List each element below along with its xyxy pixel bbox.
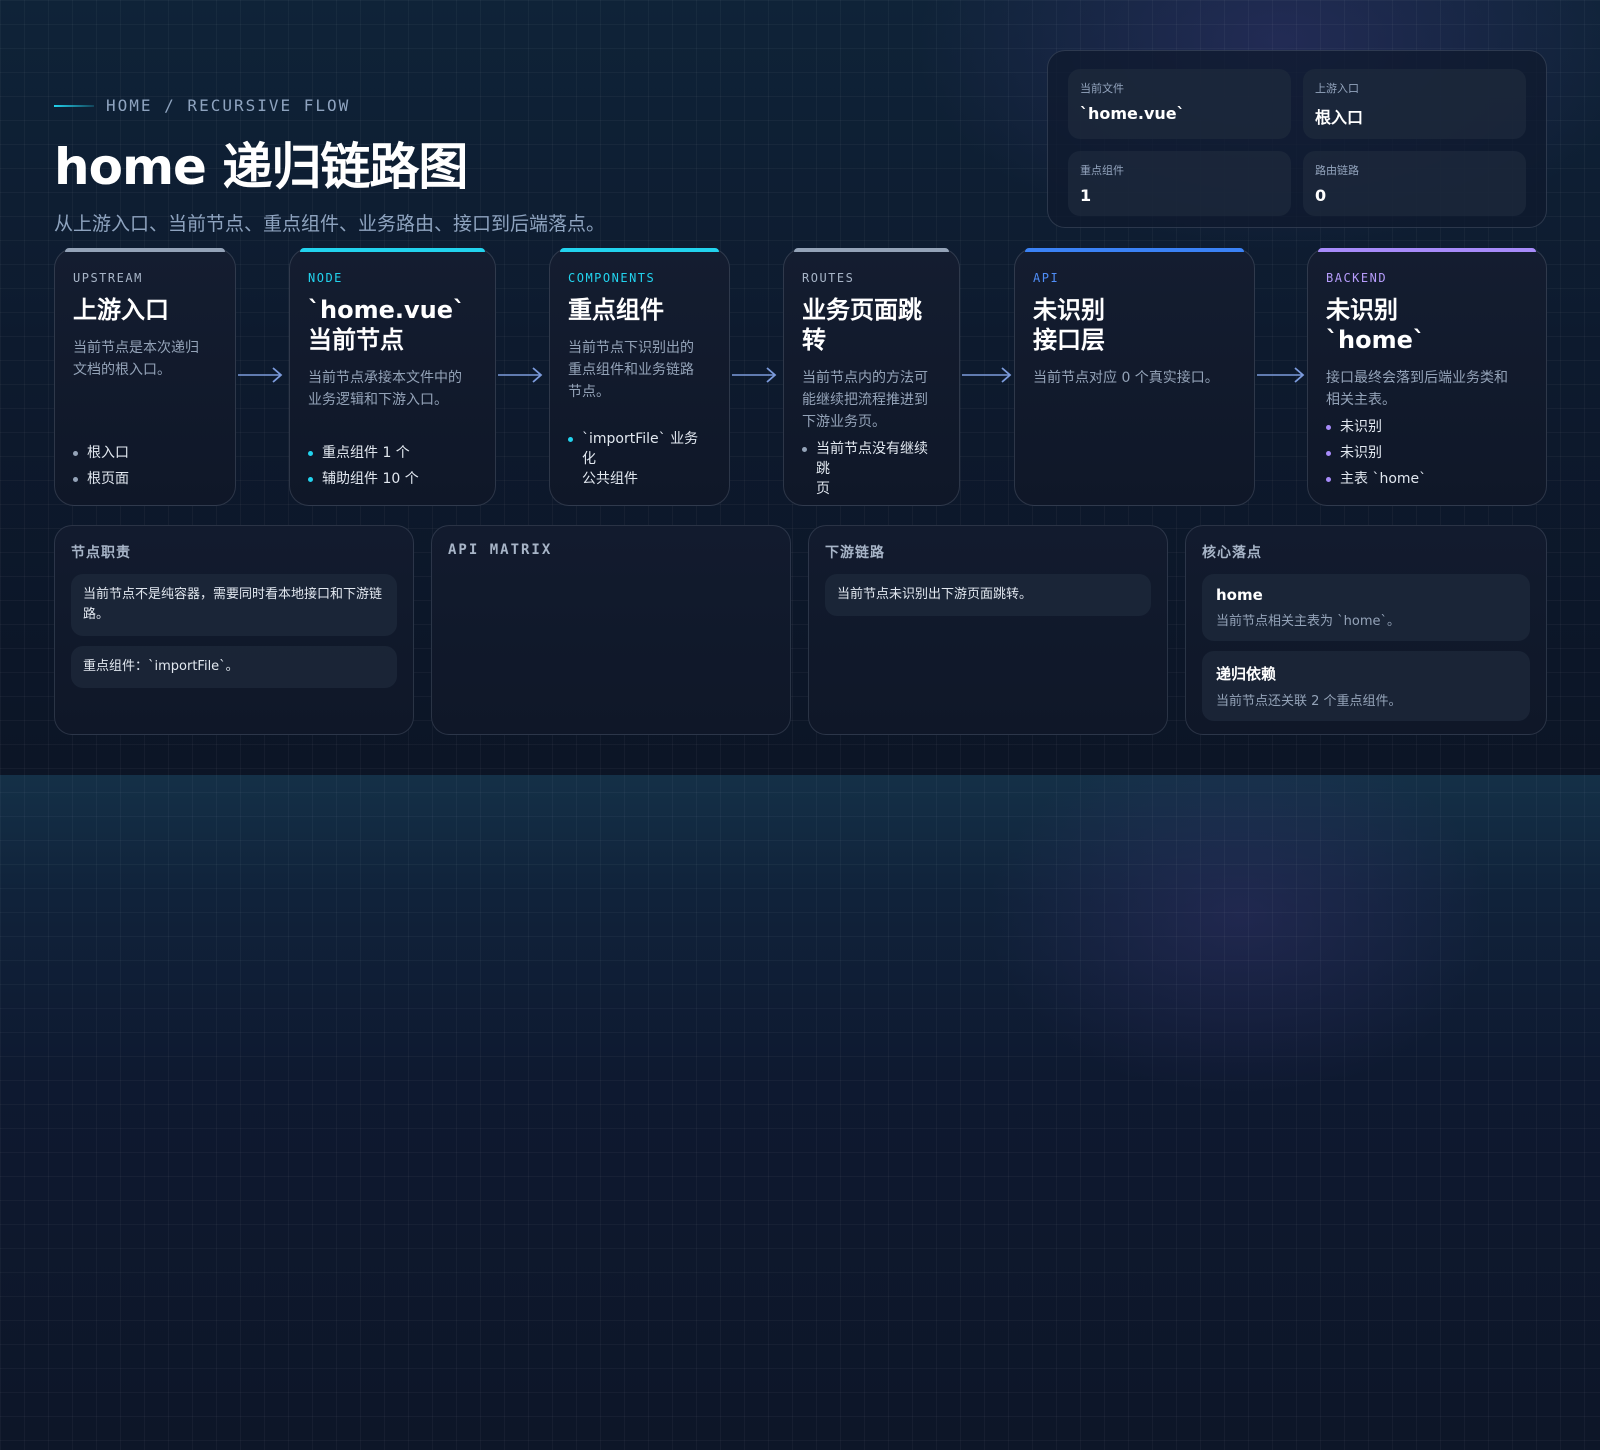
flow-card-backend: BACKEND 未识别 `home` 接口最终会落到后端业务类和 相关主表。 未… xyxy=(1307,248,1547,506)
card-tag: UPSTREAM xyxy=(73,271,143,285)
bullet-item: 未识别 xyxy=(1326,417,1528,437)
panel-api-matrix: API MATRIX xyxy=(431,525,791,735)
card-title: 重点组件 xyxy=(568,296,664,324)
page-title: home 递归链路图 xyxy=(54,138,468,196)
stat-current-file: 当前文件 `home.vue` xyxy=(1068,69,1291,139)
flow-arrow-icon xyxy=(498,367,543,383)
panel-title: 核心落点 xyxy=(1202,545,1262,561)
panel-title: API MATRIX xyxy=(448,542,553,558)
card-title: 业务页面跳 转 xyxy=(802,296,922,354)
page-header: HOME / RECURSIVE FLOW home 递归链路图 从上游入口、当… xyxy=(54,96,954,236)
flow-arrow-icon xyxy=(962,367,1012,383)
card-title: 未识别 接口层 xyxy=(1033,296,1105,354)
core-item-name: home xyxy=(1216,586,1263,604)
stat-key-components: 重点组件 1 xyxy=(1068,151,1291,216)
stat-label: 重点组件 xyxy=(1080,164,1124,177)
stat-label: 路由链路 xyxy=(1315,164,1359,177)
card-bullets: `importFile` 业务化 公共组件 xyxy=(568,423,711,489)
card-tag: COMPONENTS xyxy=(568,271,656,285)
panel-item: 当前节点未识别出下游页面跳转。 xyxy=(825,574,1151,616)
stat-value: 1 xyxy=(1080,186,1092,205)
flow-card-upstream: UPSTREAM 上游入口 当前节点是本次递归 文档的根入口。 根入口 根页面 xyxy=(54,248,236,506)
card-description: 当前节点对应 0 个真实接口。 xyxy=(1033,370,1219,386)
card-bullets: 根入口 根页面 xyxy=(73,437,217,489)
flow-card-components: COMPONENTS 重点组件 当前节点下识别出的 重点组件和业务链路 节点。 … xyxy=(549,248,730,506)
card-description: 当前节点内的方法可 能继续把流程推进到 下游业务页。 xyxy=(802,370,928,430)
panel-title: 下游链路 xyxy=(825,545,885,561)
flow-arrow-icon xyxy=(238,367,283,383)
core-item: 递归依赖 当前节点还关联 2 个重点组件。 xyxy=(1202,651,1530,721)
detail-panels: 节点职责 当前节点不是纯容器，需要同时看本地接口和下游链路。 重点组件：`imp… xyxy=(54,525,1547,735)
stats-panel: 当前文件 `home.vue` 上游入口 根入口 重点组件 1 路由链路 0 xyxy=(1047,50,1547,228)
stat-upstream-entry: 上游入口 根入口 xyxy=(1303,69,1526,139)
bullet-item: 重点组件 1 个 xyxy=(308,443,477,463)
card-tag: ROUTES xyxy=(802,271,855,285)
flow-arrow-icon xyxy=(1257,367,1305,383)
breadcrumb: HOME / RECURSIVE FLOW xyxy=(54,96,954,115)
panel-title: 节点职责 xyxy=(71,545,131,561)
flow-card-node: NODE `home.vue` 当前节点 当前节点承接本文件中的 业务逻辑和下游… xyxy=(289,248,496,506)
card-description: 当前节点是本次递归 文档的根入口。 xyxy=(73,340,199,378)
core-item-desc: 当前节点还关联 2 个重点组件。 xyxy=(1216,694,1402,709)
flow-arrow-icon xyxy=(732,367,777,383)
core-item-name: 递归依赖 xyxy=(1216,665,1277,683)
bullet-item: 当前节点没有继续跳 页 xyxy=(802,439,941,499)
card-description: 当前节点下识别出的 重点组件和业务链路 节点。 xyxy=(568,340,694,400)
bullet-item: 辅助组件 10 个 xyxy=(308,469,477,489)
stat-value: 根入口 xyxy=(1315,108,1364,127)
card-title: 未识别 `home` xyxy=(1326,296,1425,354)
card-description: 接口最终会落到后端业务类和 相关主表。 xyxy=(1326,370,1508,408)
card-bullets: 当前节点没有继续跳 页 xyxy=(802,433,941,499)
panel-core-landing: 核心落点 home 当前节点相关主表为 `home`。 递归依赖 当前节点还关联… xyxy=(1185,525,1547,735)
bullet-item: 根入口 xyxy=(73,443,217,463)
stat-value: 0 xyxy=(1315,186,1327,205)
card-tag: API xyxy=(1033,271,1060,285)
card-bullets: 未识别 未识别 主表 `home` xyxy=(1326,411,1528,489)
panel-item: 重点组件：`importFile`。 xyxy=(71,646,397,688)
breadcrumb-text: HOME / RECURSIVE FLOW xyxy=(106,96,351,115)
breadcrumb-line xyxy=(54,104,94,107)
panel-downstream: 下游链路 当前节点未识别出下游页面跳转。 xyxy=(808,525,1168,735)
flow-card-routes: ROUTES 业务页面跳 转 当前节点内的方法可 能继续把流程推进到 下游业务页… xyxy=(783,248,960,506)
card-tag: NODE xyxy=(308,271,343,285)
stat-label: 当前文件 xyxy=(1080,82,1124,95)
card-tag: BACKEND xyxy=(1326,271,1388,285)
bullet-item: 主表 `home` xyxy=(1326,469,1528,489)
bullet-item: 根页面 xyxy=(73,469,217,489)
card-bullets: 重点组件 1 个 辅助组件 10 个 xyxy=(308,437,477,489)
core-item-desc: 当前节点相关主表为 `home`。 xyxy=(1216,614,1400,629)
core-item: home 当前节点相关主表为 `home`。 xyxy=(1202,574,1530,641)
card-description: 当前节点承接本文件中的 业务逻辑和下游入口。 xyxy=(308,370,462,408)
flow-card-api: API 未识别 接口层 当前节点对应 0 个真实接口。 xyxy=(1014,248,1255,506)
stat-label: 上游入口 xyxy=(1315,82,1359,95)
stat-route-chain: 路由链路 0 xyxy=(1303,151,1526,216)
bullet-item: `importFile` 业务化 公共组件 xyxy=(568,429,711,489)
page-subtitle: 从上游入口、当前节点、重点组件、业务路由、接口到后端落点。 xyxy=(54,213,606,235)
stat-value: `home.vue` xyxy=(1080,104,1185,123)
card-title: `home.vue` 当前节点 xyxy=(308,296,465,354)
panel-node-duty: 节点职责 当前节点不是纯容器，需要同时看本地接口和下游链路。 重点组件：`imp… xyxy=(54,525,414,735)
bullet-item: 未识别 xyxy=(1326,443,1528,463)
panel-item: 当前节点不是纯容器，需要同时看本地接口和下游链路。 xyxy=(71,574,397,636)
flow-diagram: UPSTREAM 上游入口 当前节点是本次递归 文档的根入口。 根入口 根页面 … xyxy=(0,248,1600,506)
card-title: 上游入口 xyxy=(73,296,169,324)
